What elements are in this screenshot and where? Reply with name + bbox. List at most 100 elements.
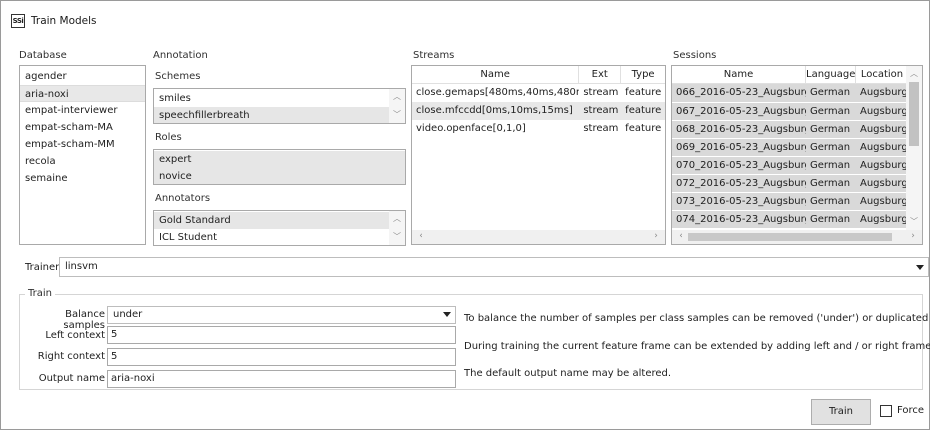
chevron-up-icon[interactable]: ︿ (906, 67, 922, 81)
database-item[interactable]: empat-interviewer (20, 102, 145, 119)
chevron-down-icon[interactable]: ﹀ (389, 108, 405, 122)
roles-list[interactable]: expert novice (153, 149, 406, 185)
streams-label: Streams (413, 50, 455, 61)
session-name: 067_2016-05-23_Augsburg (676, 106, 806, 117)
stream-name: close.gemaps[480ms,40ms,480ms] (416, 87, 580, 98)
output-name-input[interactable]: aria-noxi (107, 370, 456, 388)
force-label[interactable]: Force (897, 405, 924, 416)
scrollbar-thumb[interactable] (688, 233, 892, 241)
annotator-item-selected[interactable]: Gold Standard (154, 212, 405, 229)
caret-down-icon (916, 265, 924, 270)
session-language: German (810, 106, 851, 117)
schemes-scrollbar[interactable]: ︿ ﹀ (389, 89, 405, 123)
streams-table[interactable]: Name Ext Type close.gemaps[480ms,40ms,48… (411, 65, 666, 245)
database-item[interactable]: empat-scham-MA (20, 119, 145, 136)
column-header-name[interactable]: Name (412, 66, 580, 83)
database-item[interactable]: agender (20, 68, 145, 85)
table-row-selected[interactable]: close.mfccdd[0ms,10ms,15ms] stream featu… (412, 102, 665, 120)
annotators-scrollbar[interactable]: ︿ ﹀ (389, 211, 405, 245)
schemes-list[interactable]: smiles speechfillerbreath ︿ ﹀ (153, 88, 406, 124)
session-name: 073_2016-05-23_Augsburg (676, 196, 806, 207)
table-row[interactable]: 067_2016-05-23_Augsburg German Augsburg (672, 102, 908, 120)
database-list[interactable]: agender aria-noxi empat-interviewer empa… (19, 65, 146, 245)
session-name: 066_2016-05-23_Augsburg (676, 87, 806, 98)
session-language: German (810, 87, 851, 98)
database-item[interactable]: semaine (20, 170, 145, 187)
table-row[interactable]: 068_2016-05-23_Augsburg German Augsburg (672, 120, 908, 138)
sessions-header: Name Language Location (672, 66, 922, 84)
session-location: Augsburg (860, 106, 908, 117)
session-location: Augsburg (860, 87, 908, 98)
scrollbar-thumb[interactable] (909, 82, 919, 146)
sessions-vscrollbar[interactable]: ︿ ﹀ (906, 66, 922, 230)
role-item[interactable]: expert (154, 151, 405, 168)
output-hint: The default output name may be altered. (464, 368, 672, 379)
scheme-item-selected[interactable]: speechfillerbreath (154, 107, 405, 123)
balance-samples-select[interactable]: under (107, 306, 456, 324)
window-title: Train Models (31, 15, 97, 27)
left-context-input[interactable]: 5 (107, 326, 456, 344)
table-row[interactable]: video.openface[0,1,0] stream feature (412, 120, 665, 138)
stream-type: feature (625, 123, 662, 134)
session-name: 069_2016-05-23_Augsburg (676, 142, 806, 153)
table-row[interactable]: 074_2016-05-23_Augsburg German Augsburg (672, 210, 908, 228)
stream-ext: stream (583, 123, 619, 134)
stream-name: close.mfccdd[0ms,10ms,15ms] (416, 105, 573, 116)
table-row[interactable]: 066_2016-05-23_Augsburg German Augsburg (672, 84, 908, 102)
chevron-up-icon[interactable]: ︿ (389, 90, 405, 104)
right-context-input[interactable]: 5 (107, 348, 456, 366)
session-name: 070_2016-05-23_Augsburg (676, 160, 806, 171)
stream-type: feature (625, 105, 662, 116)
column-header-name[interactable]: Name (672, 66, 806, 83)
scheme-item[interactable]: smiles (154, 90, 405, 107)
sessions-hscrollbar[interactable]: ‹ › (672, 230, 922, 244)
table-row[interactable]: 073_2016-05-23_Augsburg German Augsburg (672, 192, 908, 210)
balance-samples-value: under (113, 309, 143, 320)
session-location: Augsburg (860, 178, 908, 189)
context-hint: During training the current feature fram… (464, 341, 930, 352)
table-row[interactable]: close.gemaps[480ms,40ms,480ms] stream fe… (412, 84, 665, 102)
streams-hscrollbar[interactable]: ‹ › (412, 230, 665, 244)
column-header-type[interactable]: Type (621, 66, 665, 83)
column-header-language[interactable]: Language (806, 66, 856, 83)
chevron-down-icon[interactable]: ﹀ (906, 215, 922, 229)
session-language: German (810, 142, 851, 153)
chevron-right-icon[interactable]: › (649, 230, 663, 244)
session-name: 074_2016-05-23_Augsburg (676, 214, 806, 225)
database-item-selected[interactable]: aria-noxi (20, 85, 145, 102)
chevron-right-icon[interactable]: › (906, 230, 920, 244)
session-language: German (810, 124, 851, 135)
train-group-title: Train (25, 288, 55, 299)
force-checkbox[interactable] (880, 405, 892, 417)
sessions-table[interactable]: Name Language Location 066_2016-05-23_Au… (671, 65, 923, 245)
train-button[interactable]: Train (811, 399, 871, 425)
column-header-ext[interactable]: Ext (579, 66, 622, 83)
sessions-label: Sessions (673, 50, 717, 61)
database-item[interactable]: recola (20, 153, 145, 170)
session-location: Augsburg (860, 160, 908, 171)
role-item[interactable]: novice (154, 168, 405, 184)
roles-label: Roles (155, 132, 182, 143)
train-models-window: SSi Train Models Database agender aria-n… (0, 0, 930, 430)
table-row[interactable]: 070_2016-05-23_Augsburg German Augsburg (672, 156, 908, 174)
table-row[interactable]: 072_2016-05-23_Augsburg German Augsburg (672, 174, 908, 192)
database-item[interactable]: empat-scham-MM (20, 136, 145, 153)
table-row[interactable]: 069_2016-05-23_Augsburg German Augsburg (672, 138, 908, 156)
annotation-label: Annotation (153, 50, 208, 61)
chevron-left-icon[interactable]: ‹ (674, 230, 688, 244)
annotator-item[interactable]: ICL Student (154, 229, 405, 245)
stream-type: feature (625, 87, 662, 98)
chevron-left-icon[interactable]: ‹ (414, 230, 428, 244)
annotators-label: Annotators (155, 193, 211, 204)
trainer-label: Trainer (25, 262, 60, 273)
streams-header: Name Ext Type (412, 66, 665, 84)
database-label: Database (19, 50, 67, 61)
stream-ext: stream (583, 87, 619, 98)
balance-hint: To balance the number of samples per cla… (464, 313, 930, 324)
chevron-down-icon[interactable]: ﹀ (389, 230, 405, 244)
chevron-up-icon[interactable]: ︿ (389, 212, 405, 226)
trainer-select[interactable]: linsvm (59, 257, 929, 277)
session-location: Augsburg (860, 214, 908, 225)
annotators-list[interactable]: Gold Standard ICL Student ︿ ﹀ (153, 210, 406, 246)
column-header-location[interactable]: Location (856, 66, 908, 83)
